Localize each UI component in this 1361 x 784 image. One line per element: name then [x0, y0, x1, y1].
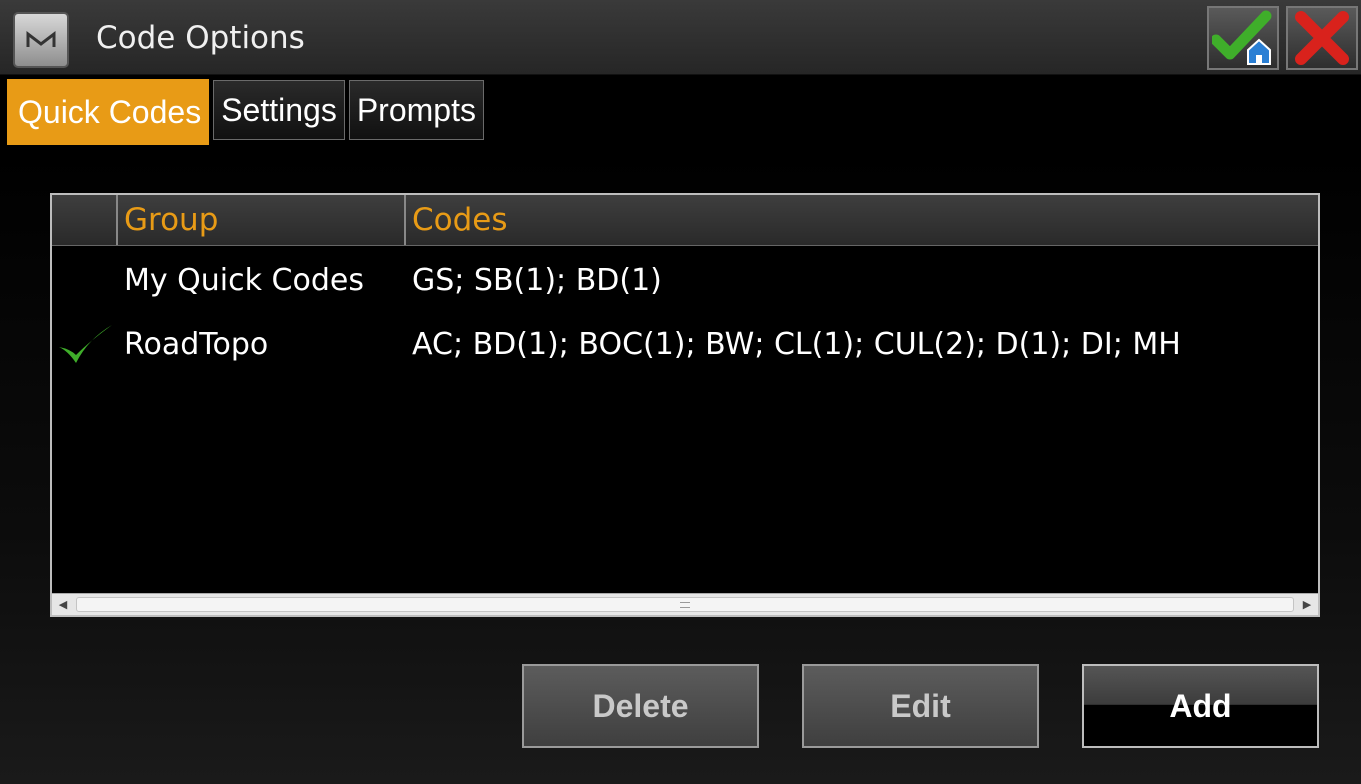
scrollbar-grip-icon	[680, 602, 690, 608]
tab-prompts[interactable]: Prompts	[348, 80, 484, 140]
delete-button[interactable]: Delete	[522, 664, 759, 748]
checkmark-home-icon	[1212, 10, 1272, 65]
scroll-left-icon[interactable]: ◀	[52, 594, 74, 614]
row-codes: GS; SB(1); BD(1)	[412, 263, 662, 298]
accept-home-button[interactable]	[1207, 6, 1279, 70]
app-menu-icon[interactable]	[13, 12, 69, 68]
row-group: My Quick Codes	[124, 263, 364, 298]
table-row[interactable]: My Quick Codes GS; SB(1); BD(1)	[52, 251, 1318, 313]
column-header-group[interactable]: Group	[118, 195, 406, 245]
table-header: Group Codes	[52, 195, 1318, 246]
scroll-right-icon[interactable]: ▶	[1296, 594, 1318, 614]
column-header-codes[interactable]: Codes	[406, 195, 1320, 245]
quick-codes-table: Group Codes My Quick Codes GS; SB(1); BD…	[50, 193, 1320, 617]
edit-button[interactable]: Edit	[802, 664, 1039, 748]
title-bar: Code Options	[0, 0, 1361, 75]
row-group: RoadTopo	[124, 327, 269, 362]
m-logo-icon	[26, 30, 56, 47]
scrollbar-thumb[interactable]	[76, 597, 1294, 612]
tab-quick-codes[interactable]: Quick Codes	[7, 79, 210, 145]
row-codes: AC; BD(1); BOC(1); BW; CL(1); CUL(2); D(…	[412, 327, 1181, 362]
close-x-icon	[1295, 11, 1349, 65]
close-button[interactable]	[1286, 6, 1358, 70]
horizontal-scrollbar[interactable]: ◀ ▶	[52, 593, 1318, 615]
window-title: Code Options	[96, 20, 305, 56]
table-row[interactable]: RoadTopo AC; BD(1); BOC(1); BW; CL(1); C…	[52, 315, 1318, 377]
add-button[interactable]: Add	[1082, 664, 1319, 748]
tab-bar: Quick Codes Settings Prompts	[7, 79, 484, 145]
tab-settings[interactable]: Settings	[213, 80, 345, 140]
active-checkmark-icon	[59, 325, 112, 363]
column-header-select[interactable]	[52, 195, 118, 245]
